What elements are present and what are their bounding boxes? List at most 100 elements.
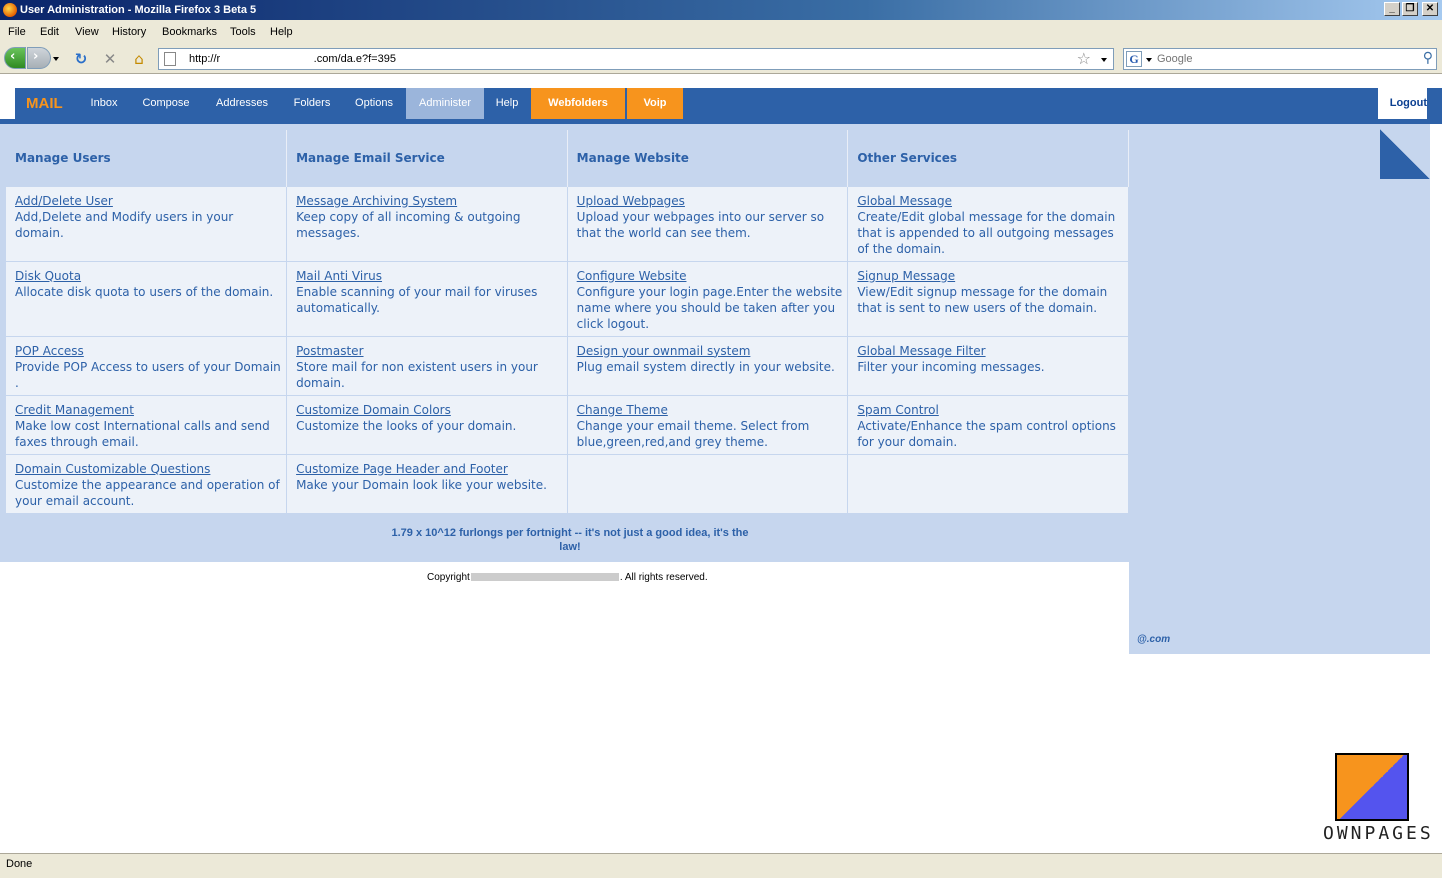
message-archiving-link[interactable]: Message Archiving System [296, 194, 457, 208]
url-dropdown-icon[interactable] [1101, 58, 1107, 62]
forward-button[interactable]: › [27, 47, 51, 69]
table-cell: Add/Delete User Add,Delete and Modify use… [6, 185, 288, 261]
header-manage-website: Manage Website [567, 130, 849, 186]
back-arrow-icon: ‹ [10, 49, 16, 64]
bookmark-star-icon[interactable]: ☆ [1077, 50, 1091, 68]
cell-description: View/Edit signup message for the domain … [857, 284, 1108, 315]
cell-description: Add,Delete and Modify users in your doma… [15, 209, 234, 240]
search-bar: G ⚲ [1123, 48, 1437, 70]
menu-history[interactable]: History [112, 20, 146, 44]
search-input[interactable] [1157, 51, 1412, 67]
corner-triangle-decoration [1380, 129, 1430, 179]
menu-help[interactable]: Help [270, 20, 293, 44]
table-cell: Credit Management Make low cost Internati… [6, 394, 288, 454]
table-cell [847, 453, 1129, 513]
copyright-notice: Copyright . All rights reserved. [427, 572, 708, 583]
window-titlebar: User Administration - Mozilla Firefox 3 … [0, 0, 1442, 20]
firefox-icon [3, 3, 17, 17]
cell-description: Upload your webpages into our server so … [576, 209, 825, 240]
configure-website-link[interactable]: Configure Website [577, 269, 687, 283]
table-row: Add/Delete User Add,Delete and Modify use… [6, 185, 1129, 261]
table-row: Disk Quota Allocate disk quota to users o… [6, 260, 1129, 336]
table-cell [567, 453, 849, 513]
search-icon[interactable]: ⚲ [1423, 50, 1433, 66]
home-icon[interactable]: ⌂ [130, 50, 148, 68]
cell-description: Customize the appearance and operation o… [15, 477, 280, 508]
menu-tools[interactable]: Tools [230, 20, 256, 44]
cell-description: Configure your login page.Enter the webs… [576, 284, 843, 331]
cell-description: Allocate disk quota to users of the doma… [15, 284, 274, 299]
cell-description: Provide POP Access to users of your Doma… [15, 359, 281, 390]
global-message-link[interactable]: Global Message [857, 194, 952, 208]
add-delete-user-link[interactable]: Add/Delete User [15, 194, 113, 208]
page-icon [164, 52, 176, 66]
upload-webpages-link[interactable]: Upload Webpages [577, 194, 685, 208]
tab-webfolders[interactable]: Webfolders [531, 88, 625, 119]
reload-icon[interactable]: ↻ [72, 50, 90, 68]
table-cell: Global Message Create/Edit global message… [847, 185, 1129, 261]
header-other-services: Other Services [847, 130, 1129, 186]
tab-compose[interactable]: Compose [135, 88, 197, 119]
table-row: POP Access Provide POP Access to users of… [6, 335, 1129, 395]
tab-options[interactable]: Options [347, 88, 401, 119]
redacted-text [470, 573, 619, 582]
table-cell: Spam Control Activate/Enhance the spam co… [847, 394, 1129, 454]
table-cell: Global Message Filter Filter your incomin… [847, 335, 1129, 395]
mail-anti-virus-link[interactable]: Mail Anti Virus [296, 269, 382, 283]
close-button[interactable]: ✕ [1422, 2, 1438, 16]
google-icon[interactable]: G [1126, 51, 1142, 67]
forward-arrow-icon: › [33, 49, 39, 64]
right-sidebar [1129, 124, 1430, 654]
design-ownmail-link[interactable]: Design your ownmail system [577, 344, 751, 358]
customize-header-footer-link[interactable]: Customize Page Header and Footer [296, 462, 508, 476]
change-theme-link[interactable]: Change Theme [577, 403, 668, 417]
copyright-prefix: Copyright [427, 572, 470, 583]
disk-quota-link[interactable]: Disk Quota [15, 269, 81, 283]
signup-message-link[interactable]: Signup Message [857, 269, 955, 283]
spam-control-link[interactable]: Spam Control [857, 403, 938, 417]
header-manage-email-service: Manage Email Service [286, 130, 568, 186]
postmaster-link[interactable]: Postmaster [296, 344, 363, 358]
global-message-filter-link[interactable]: Global Message Filter [857, 344, 985, 358]
ownpages-logo: OWNPAGES [1323, 749, 1433, 849]
logout-link[interactable]: Logout [1377, 88, 1427, 119]
navigation-toolbar: ‹ › ↻ ✕ ⌂ http://r .com/da.e?f=395 ☆ G ⚲ [0, 44, 1442, 74]
tab-help[interactable]: Help [489, 88, 525, 119]
table-cell: Signup Message View/Edit signup message f… [847, 260, 1129, 336]
customize-domain-colors-link[interactable]: Customize Domain Colors [296, 403, 451, 417]
domain-questions-link[interactable]: Domain Customizable Questions [15, 462, 210, 476]
maximize-button[interactable]: ❐ [1402, 2, 1418, 16]
credit-management-link[interactable]: Credit Management [15, 403, 134, 417]
menu-bookmarks[interactable]: Bookmarks [162, 20, 217, 44]
header-manage-users: Manage Users [6, 130, 288, 186]
search-engine-dropdown-icon[interactable] [1146, 58, 1152, 62]
table-cell: Upload Webpages Upload your webpages into… [567, 185, 849, 261]
table-cell: Domain Customizable Questions Customize t… [6, 453, 288, 513]
minimize-button[interactable]: _ [1384, 2, 1400, 16]
history-dropdown-icon[interactable] [53, 57, 59, 61]
cell-description: Enable scanning of your mail for viruses… [296, 284, 538, 315]
copyright-suffix: . All rights reserved. [619, 572, 708, 583]
pop-access-link[interactable]: POP Access [15, 344, 84, 358]
tab-voip[interactable]: Voip [627, 88, 683, 119]
tab-addresses[interactable]: Addresses [207, 88, 277, 119]
app-nav-bar: MAIL Inbox Compose Addresses Folders Opt… [15, 88, 1442, 124]
app-brand: MAIL [26, 95, 63, 112]
menu-edit[interactable]: Edit [40, 20, 59, 44]
cell-description: Create/Edit global message for the domai… [857, 209, 1116, 256]
tab-folders[interactable]: Folders [286, 88, 338, 119]
tab-inbox[interactable]: Inbox [81, 88, 127, 119]
table-cell: Customize Page Header and Footer Make you… [286, 453, 568, 513]
stop-icon[interactable]: ✕ [101, 50, 119, 68]
table-cell: Disk Quota Allocate disk quota to users o… [6, 260, 288, 336]
cell-description: Activate/Enhance the spam control option… [857, 418, 1116, 449]
address-bar[interactable]: http://r .com/da.e?f=395 ☆ [158, 48, 1114, 70]
back-button[interactable]: ‹ [4, 47, 26, 69]
menu-view[interactable]: View [75, 20, 99, 44]
footer-tagline: 1.79 x 10^12 furlongs per fortnight -- i… [391, 527, 749, 553]
table-cell: Change Theme Change your email theme. Sel… [567, 394, 849, 454]
menu-file[interactable]: File [8, 20, 26, 44]
cell-description: Make low cost International calls and se… [15, 418, 270, 449]
cell-description: Customize the looks of your domain. [296, 418, 517, 433]
table-cell: POP Access Provide POP Access to users of… [6, 335, 288, 395]
